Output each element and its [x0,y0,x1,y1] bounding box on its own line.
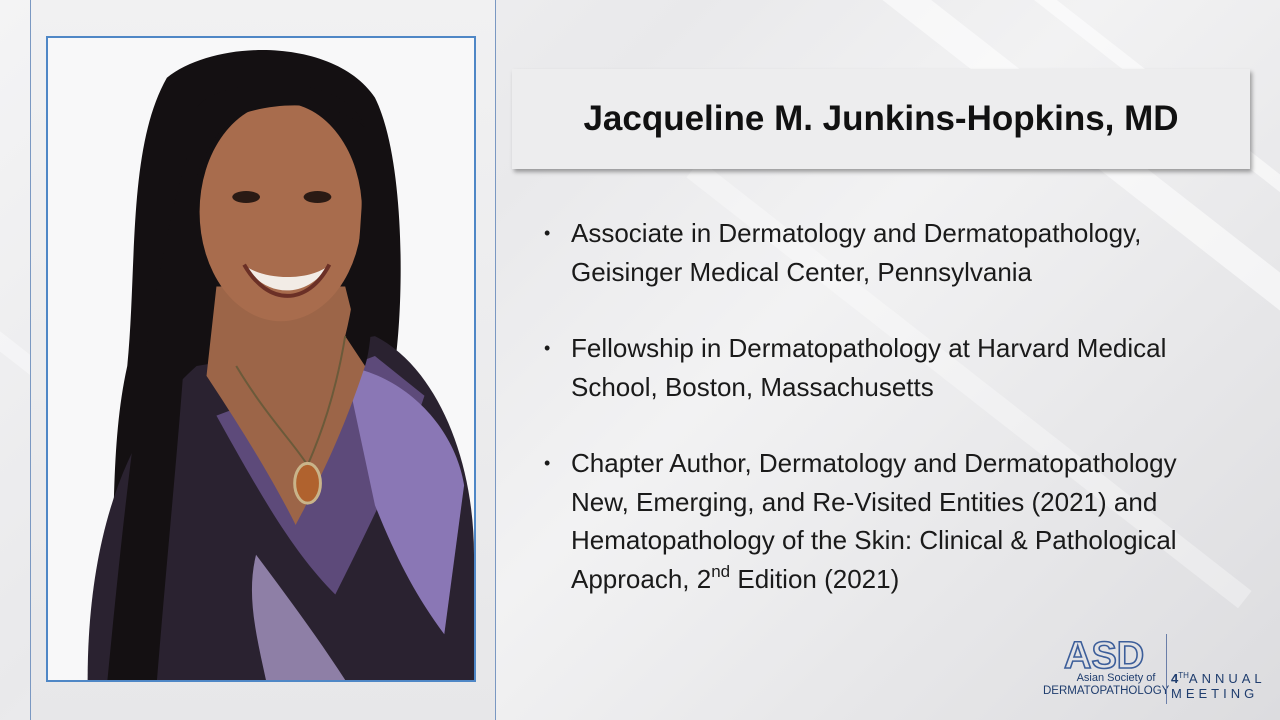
bio-bullet: Associate in Dermatology and Dermatopath… [544,214,1234,291]
ordinal-suffix: nd [711,561,731,581]
annual-meeting-label: 4THANNUAL MEETING [1171,668,1266,701]
logo-mark-text: ASD [1064,635,1144,676]
logo-line2: DERMATOPATHOLOGY [1043,685,1170,697]
annual-sup: TH [1178,671,1189,680]
asd-logo-mark: ASD [1063,634,1145,676]
bio-bullet-list: Associate in Dermatology and Dermatopath… [544,214,1234,636]
bio-bullet: Chapter Author, Dermatology and Dermatop… [544,444,1234,598]
bio-bullet-text-end: Edition (2021) [730,563,900,594]
logo-line1: Asian Society of [1076,672,1156,684]
speaker-photo [46,36,476,682]
logo-divider [1166,634,1167,704]
annual-word: ANNUAL [1188,671,1266,686]
title-banner: Jacqueline M. Junkins-Hopkins, MD [512,69,1250,169]
meeting-word: MEETING [1171,686,1259,701]
asd-logo: ASD Asian Society of DERMATOPATHOLOGY 4T… [1040,632,1270,706]
speaker-name: Jacqueline M. Junkins-Hopkins, MD [583,99,1179,138]
bio-bullet: Fellowship in Dermatopathology at Harvar… [544,329,1234,406]
